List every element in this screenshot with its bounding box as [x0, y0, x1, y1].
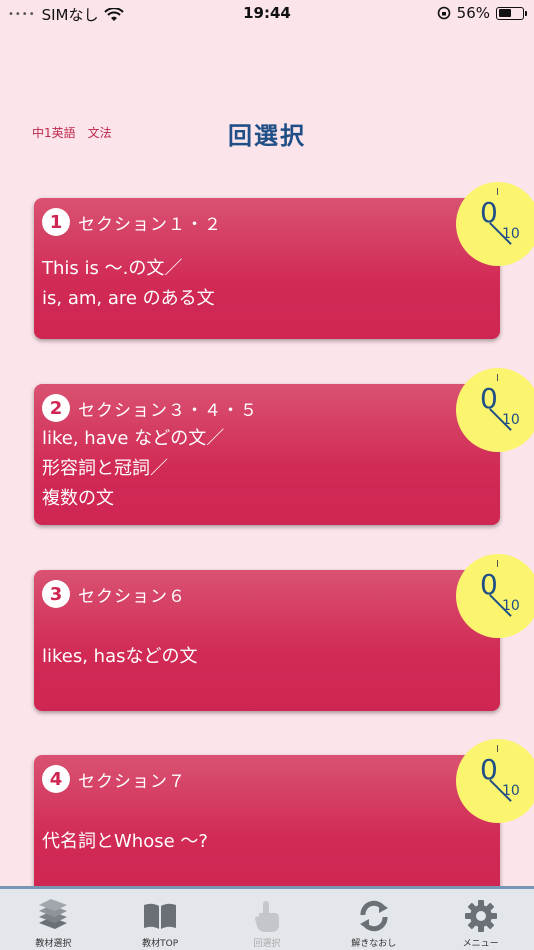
score-value: 0: [480, 382, 498, 415]
tab-label: 教材TOP: [142, 939, 179, 949]
score-value: 0: [480, 568, 498, 601]
page-title: 回選択: [228, 122, 306, 150]
score-total: 10: [502, 598, 520, 614]
section-description-line: is, am, are のある文: [42, 288, 215, 309]
section-card-4[interactable]: 4 セクション７ 代名詞とWhose 〜? 0 10: [34, 739, 534, 896]
section-description-line: likes, hasなどの文: [42, 646, 198, 667]
battery-percent: 56%: [456, 4, 490, 22]
section-label: セクション７: [78, 771, 186, 792]
tab-round-select[interactable]: 回選択: [222, 889, 312, 949]
section-label: セクション６: [78, 586, 186, 607]
score-value: 0: [480, 196, 498, 229]
status-right: 56%: [437, 4, 527, 22]
section-label: セクション３・４・５: [78, 400, 258, 421]
score-total: 10: [502, 412, 520, 428]
section-description-line: 複数の文: [42, 488, 114, 509]
score-value: 0: [480, 753, 498, 786]
tab-label: 回選択: [253, 939, 281, 949]
tab-material-top[interactable]: 教材TOP: [115, 889, 205, 949]
tab-menu[interactable]: メニュー: [436, 889, 526, 949]
tab-label: 解きなおし: [351, 939, 397, 949]
gear-icon: [464, 900, 497, 932]
battery-icon: [496, 6, 527, 20]
section-description-line: This is 〜.の文／: [42, 258, 183, 279]
section-number-badge: 2: [42, 394, 70, 422]
section-description-line: 形容詞と冠詞／: [42, 458, 168, 479]
score-total: 10: [502, 226, 520, 242]
tab-material-select[interactable]: 教材選択: [8, 889, 98, 949]
tab-bar: 教材選択 教材TOP 回選択 解きなおし メニュー: [0, 886, 534, 950]
hand-pointer-icon: [254, 901, 279, 932]
status-bar: •••• SIMなし 19:44 56%: [0, 0, 534, 28]
section-label: セクション１・２: [78, 214, 222, 235]
score-badge: 0 10: [456, 368, 534, 452]
score-badge: 0 10: [456, 739, 534, 823]
section-description-line: like, have などの文／: [42, 428, 225, 449]
tab-retry[interactable]: 解きなおし: [329, 889, 419, 949]
section-card-3[interactable]: 3 セクション６ likes, hasなどの文 0 10: [34, 554, 534, 711]
score-badge: 0 10: [456, 182, 534, 266]
open-book-icon: [144, 903, 177, 929]
tab-label: 教材選択: [35, 939, 72, 949]
section-description-line: 代名詞とWhose 〜?: [42, 831, 208, 852]
section-card-2[interactable]: 2 セクション３・４・５ like, have などの文／ 形容詞と冠詞／ 複数…: [34, 368, 534, 525]
section-number-badge: 3: [42, 580, 70, 608]
tab-label: メニュー: [462, 939, 499, 949]
score-badge: 0 10: [456, 554, 534, 638]
rotation-lock-icon: [437, 6, 450, 20]
section-number-badge: 1: [42, 208, 70, 236]
refresh-icon: [359, 900, 388, 932]
score-total: 10: [502, 783, 520, 799]
books-icon: [39, 899, 68, 929]
section-number-badge: 4: [42, 765, 70, 793]
section-card-1[interactable]: 1 セクション１・２ This is 〜.の文／ is, am, are のある…: [34, 182, 534, 339]
